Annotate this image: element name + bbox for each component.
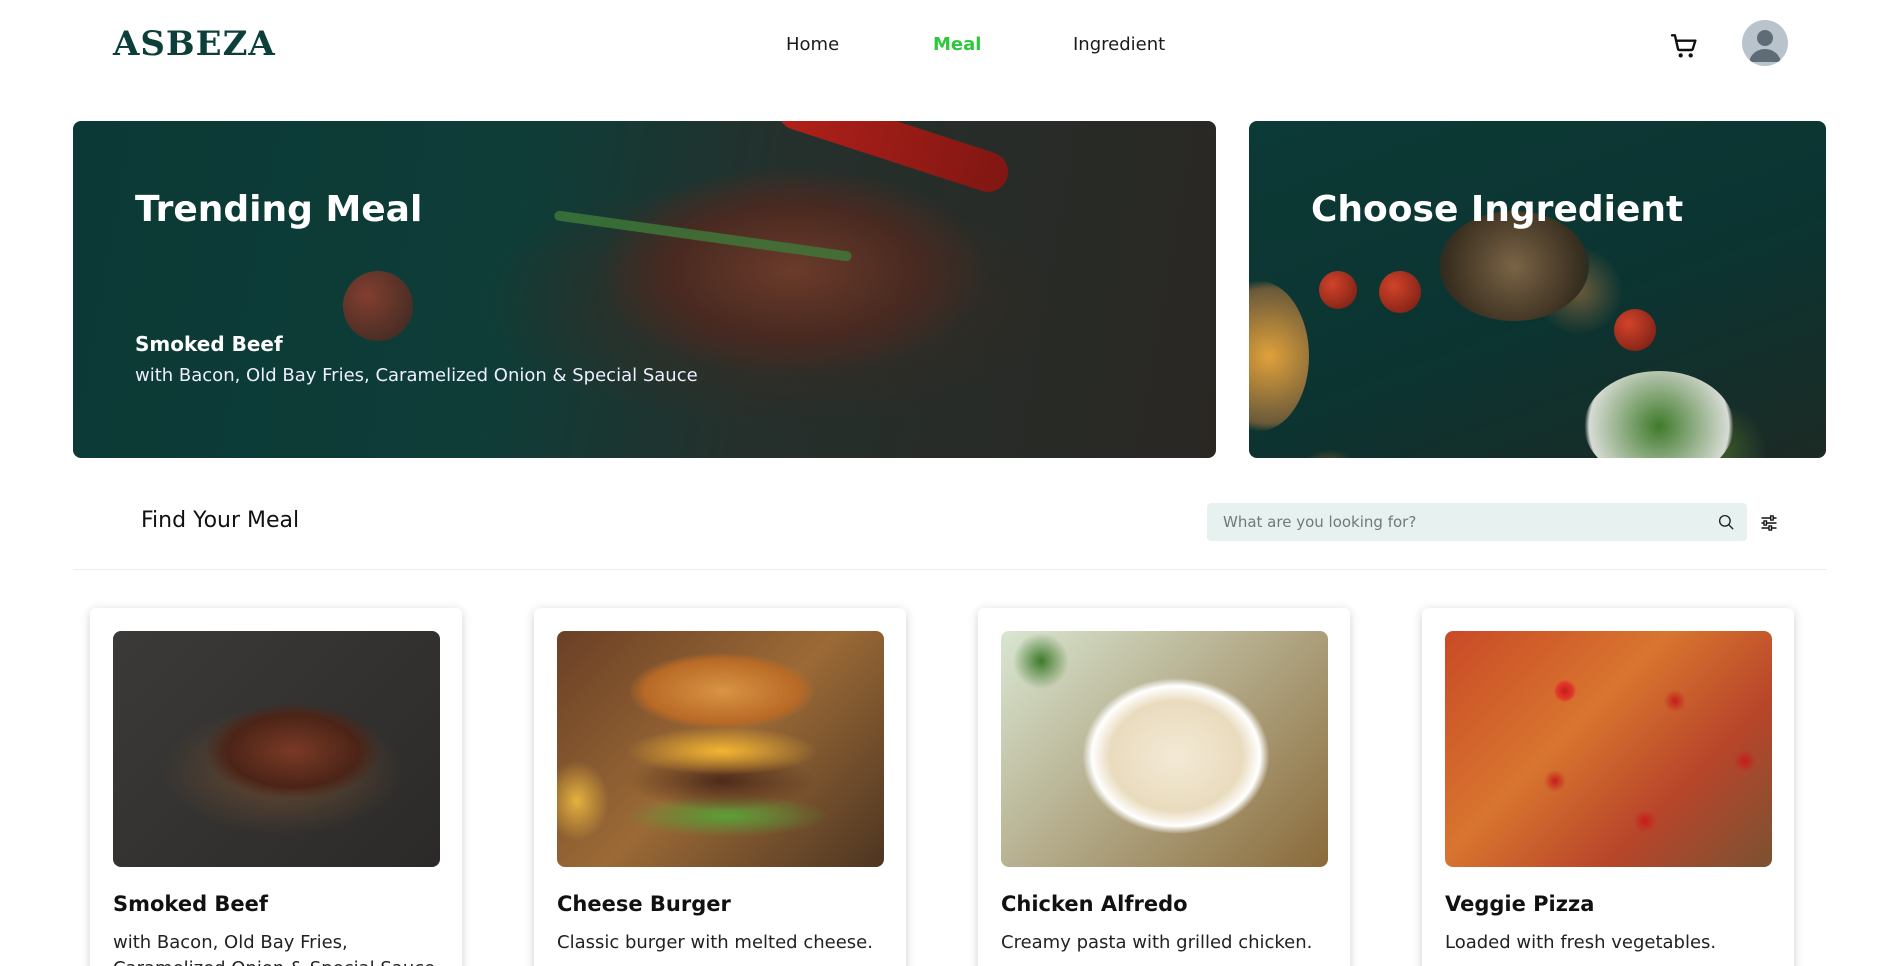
meal-image-veggie-pizza [1445,631,1772,867]
choose-ingredient-title: Choose Ingredient [1311,189,1684,230]
filter-sliders-icon[interactable] [1759,513,1779,533]
vegetable-bowl-decoration [1584,371,1734,458]
trending-meal-desc: with Bacon, Old Bay Fries, Caramelized O… [135,365,698,386]
meal-image-chicken-alfredo [1001,631,1328,867]
rosemary-decoration [553,210,853,262]
meal-card-title: Veggie Pizza [1445,892,1595,916]
find-meal-title: Find Your Meal [141,508,300,533]
meal-card-desc: Classic burger with melted cheese. [557,932,873,953]
tomato-decoration [1614,309,1656,351]
find-meal-bar: Find Your Meal [73,490,1826,570]
user-avatar-icon[interactable] [1742,20,1788,66]
meal-image-cheese-burger [557,631,884,867]
search-input[interactable] [1223,503,1703,541]
meal-card-cheese-burger[interactable]: Cheese Burger Classic burger with melted… [534,608,906,966]
tomato-decoration [1379,271,1421,313]
meal-card-smoked-beef[interactable]: Smoked Beef with Bacon, Old Bay Fries, C… [90,608,462,966]
logo[interactable]: ASBEZA [113,24,276,64]
meal-card-veggie-pizza[interactable]: Veggie Pizza Loaded with fresh vegetable… [1422,608,1794,966]
search-box [1207,503,1747,541]
trending-meal-banner[interactable]: Trending Meal Smoked Beef with Bacon, Ol… [73,121,1216,458]
nav-link-meal[interactable]: Meal [933,32,1073,58]
chili-decoration [772,121,1014,198]
search-icon[interactable] [1717,513,1735,531]
tomato-decoration [1319,271,1357,309]
meal-card-desc: with Bacon, Old Bay Fries, Caramelized O… [113,932,435,966]
meal-image-smoked-beef [113,631,440,867]
nav-links: Home Meal Ingredient [786,32,1193,58]
meal-card-title: Smoked Beef [113,892,269,916]
page: ASBEZA Home Meal Ingredient Trending Mea… [0,0,1898,966]
meal-card-desc: Creamy pasta with grilled chicken. [1001,932,1313,953]
trending-meal-title: Trending Meal [135,189,423,230]
tomato-decoration [343,271,413,341]
choose-ingredient-banner[interactable]: Choose Ingredient [1249,121,1826,458]
meal-card-chicken-alfredo[interactable]: Chicken Alfredo Creamy pasta with grille… [978,608,1350,966]
nav-link-home[interactable]: Home [786,32,933,58]
meal-card-title: Chicken Alfredo [1001,892,1188,916]
cart-icon[interactable] [1668,30,1700,62]
fruit-bowl-decoration [1249,281,1309,431]
top-nav: ASBEZA Home Meal Ingredient [0,0,1898,92]
meal-card-title: Cheese Burger [557,892,731,916]
trending-meal-name: Smoked Beef [135,332,283,356]
nav-link-ingredient[interactable]: Ingredient [1073,32,1193,58]
meal-card-desc: Loaded with fresh vegetables. [1445,932,1717,953]
